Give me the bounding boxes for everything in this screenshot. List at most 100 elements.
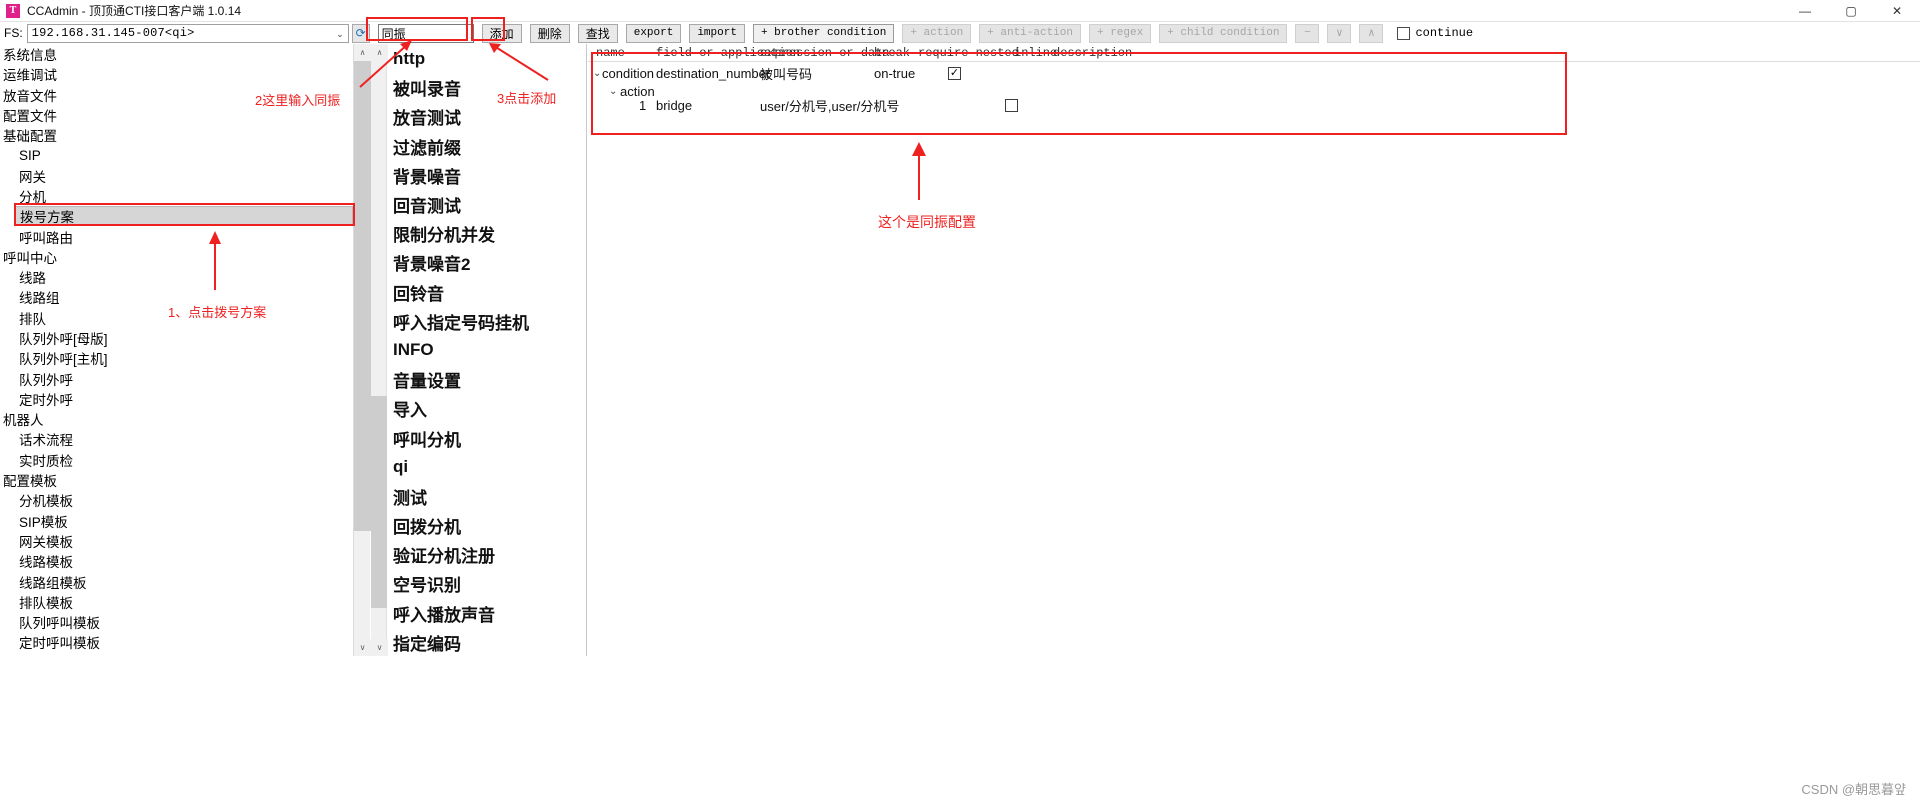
continue-checkbox-group[interactable]: continue: [1397, 26, 1473, 40]
add-brother-condition-button[interactable]: + brother condition: [752, 23, 895, 43]
dialplan-scroll-down-icon[interactable]: ∨: [371, 639, 388, 656]
dialplan-scrollbar[interactable]: ∧ ∨: [371, 44, 388, 656]
grid-cell-name[interactable]: condition: [602, 66, 654, 81]
tree-scroll-down-icon[interactable]: ∨: [354, 639, 371, 656]
close-button[interactable]: ✕: [1874, 0, 1920, 22]
tree-item-28[interactable]: 队列呼叫模板: [0, 612, 369, 632]
dialplan-item-15[interactable]: 测试: [388, 482, 587, 511]
dialplan-item-17[interactable]: 验证分机注册: [388, 540, 587, 569]
dialplan-item-20[interactable]: 指定编码: [388, 628, 587, 656]
tree-item-0[interactable]: 系统信息: [0, 44, 369, 64]
dialplan-list-panel[interactable]: ∧ ∨ http 被叫录音 放音测试 过滤前缀 背景噪音 回音测试 限制分机并发 背景噪音2 回…: [371, 44, 587, 656]
grid-cell-inline-checkbox[interactable]: [1005, 98, 1018, 112]
grid-row-2[interactable]: 1 bridge user/分机号,user/分机号: [588, 94, 1920, 116]
fs-server-select[interactable]: 192.168.31.145-007<qi> ⌄: [26, 23, 349, 43]
grid-cell-break[interactable]: on-true: [874, 66, 915, 81]
import-button[interactable]: import: [689, 23, 745, 43]
dialplan-scroll-up-icon[interactable]: ∧: [371, 44, 388, 61]
add-regex-button[interactable]: + regex: [1089, 23, 1152, 43]
tree-item-25[interactable]: 线路模板: [0, 551, 369, 571]
tree-item-8[interactable]: 拨号方案: [14, 206, 353, 227]
dialplan-item-2[interactable]: 放音测试: [388, 102, 587, 131]
dialplan-item-6[interactable]: 限制分机并发: [388, 219, 587, 248]
grid-cell-require-nested-checkbox[interactable]: ✓: [948, 66, 961, 80]
tree-item-11[interactable]: 线路: [0, 267, 369, 287]
tree-item-18[interactable]: 机器人: [0, 409, 369, 429]
grid-column-header-2[interactable]: expression or data: [760, 46, 890, 61]
continue-checkbox[interactable]: [1397, 26, 1411, 40]
grid-column-header-4[interactable]: require-nested: [918, 46, 1019, 61]
dialplan-item-0[interactable]: http: [388, 44, 587, 73]
tree-item-19[interactable]: 话术流程: [0, 429, 369, 449]
dialplan-item-4[interactable]: 背景噪音: [388, 161, 587, 190]
grid-column-header-6[interactable]: description: [1053, 46, 1132, 61]
dialplan-item-13[interactable]: 呼叫分机: [388, 423, 587, 452]
tree-item-16[interactable]: 队列外呼: [0, 368, 369, 388]
dialplan-list[interactable]: http 被叫录音 放音测试 过滤前缀 背景噪音 回音测试 限制分机并发 背景噪音2 回铃音 呼入…: [388, 44, 587, 656]
dialplan-item-16[interactable]: 回拨分机: [388, 511, 587, 540]
dialplan-scroll-thumb[interactable]: [371, 396, 387, 608]
tree-scroll-thumb[interactable]: [354, 61, 371, 531]
dialplan-item-14[interactable]: qi: [388, 453, 587, 482]
dialplan-item-8[interactable]: 回铃音: [388, 278, 587, 307]
tree-scrollbar[interactable]: ∧ ∨: [353, 44, 371, 656]
tree-item-9[interactable]: 呼叫路由: [0, 226, 369, 246]
grid-column-header-0[interactable]: name: [596, 46, 625, 61]
add-child-condition-button[interactable]: + child condition: [1159, 23, 1288, 43]
tree-item-6[interactable]: 网关: [0, 166, 369, 186]
tree-item-20[interactable]: 实时质检: [0, 450, 369, 470]
dialplan-item-11[interactable]: 音量设置: [388, 365, 587, 394]
add-anti-action-button[interactable]: + anti-action: [979, 23, 1081, 43]
tree-item-14[interactable]: 队列外呼[母版]: [0, 328, 369, 348]
anno-step3: 3点击添加: [497, 91, 557, 106]
tree-item-29[interactable]: 定时呼叫模板: [0, 632, 369, 652]
refresh-icon[interactable]: ⟳: [351, 23, 370, 43]
dialplan-item-7[interactable]: 背景噪音2: [388, 248, 587, 277]
tree-item-27[interactable]: 排队模板: [0, 592, 369, 612]
dialplan-item-18[interactable]: 空号识别: [388, 569, 587, 598]
grid-column-header-5[interactable]: inline: [1014, 46, 1057, 61]
grid-cell-field[interactable]: bridge: [656, 98, 692, 113]
tree-item-21[interactable]: 配置模板: [0, 470, 369, 490]
grid-column-header-3[interactable]: break: [874, 46, 910, 61]
tree-item-23[interactable]: SIP模板: [0, 511, 369, 531]
delete-button[interactable]: 删除: [529, 23, 570, 43]
add-button[interactable]: 添加: [481, 23, 522, 43]
tree-item-5[interactable]: SIP: [0, 145, 369, 165]
tree-item-label: 队列外呼[主机]: [19, 352, 108, 368]
tree-item-1[interactable]: 运维调试: [0, 64, 369, 84]
add-action-button[interactable]: + action: [902, 23, 972, 43]
tree-item-17[interactable]: 定时外呼: [0, 389, 369, 409]
tree-item-22[interactable]: 分机模板: [0, 490, 369, 510]
remove-button[interactable]: −: [1295, 23, 1320, 43]
tree-item-26[interactable]: 线路组模板: [0, 571, 369, 591]
tree-item-10[interactable]: 呼叫中心: [0, 247, 369, 267]
move-down-button[interactable]: ∨: [1327, 23, 1352, 43]
minimize-button[interactable]: —: [1782, 0, 1828, 22]
grid-cell-expression[interactable]: user/分机号,user/分机号: [760, 96, 899, 115]
dialplan-item-1[interactable]: 被叫录音: [388, 73, 587, 102]
name-input[interactable]: 同振: [377, 23, 474, 43]
maximize-button[interactable]: ▢: [1828, 0, 1874, 22]
dialplan-item-12[interactable]: 导入: [388, 394, 587, 423]
tree-item-15[interactable]: 队列外呼[主机]: [0, 348, 369, 368]
dialplan-item-10[interactable]: INFO: [388, 336, 587, 365]
bottom-area: CSDN @朝思暮얖: [0, 656, 1920, 806]
grid-cell-name[interactable]: 1: [639, 98, 646, 113]
chevron-down-icon[interactable]: ⌄: [593, 68, 601, 79]
navigation-tree[interactable]: 系统信息 运维调试 放音文件 配置文件 基础配置 SIP 网关 分机 拨号方案 呼叫路由 呼叫中心线…: [0, 44, 370, 656]
dialplan-item-19[interactable]: 呼入播放声音: [388, 599, 587, 628]
tree-item-7[interactable]: 分机: [0, 186, 369, 206]
dialplan-item-9[interactable]: 呼入指定号码挂机: [388, 307, 587, 336]
find-button[interactable]: 查找: [577, 23, 618, 43]
dialplan-item-3[interactable]: 过滤前缀: [388, 132, 587, 161]
dialplan-item-label: INFO: [393, 340, 434, 360]
grid-cell-field[interactable]: destination_number: [656, 66, 770, 81]
tree-item-24[interactable]: 网关模板: [0, 531, 369, 551]
tree-item-4[interactable]: 基础配置: [0, 125, 369, 145]
dialplan-item-5[interactable]: 回音测试: [388, 190, 587, 219]
condition-grid[interactable]: name field or application expression or da…: [588, 44, 1920, 656]
move-up-button[interactable]: ∧: [1359, 23, 1384, 43]
export-button[interactable]: export: [625, 23, 682, 43]
tree-scroll-up-icon[interactable]: ∧: [354, 44, 371, 61]
